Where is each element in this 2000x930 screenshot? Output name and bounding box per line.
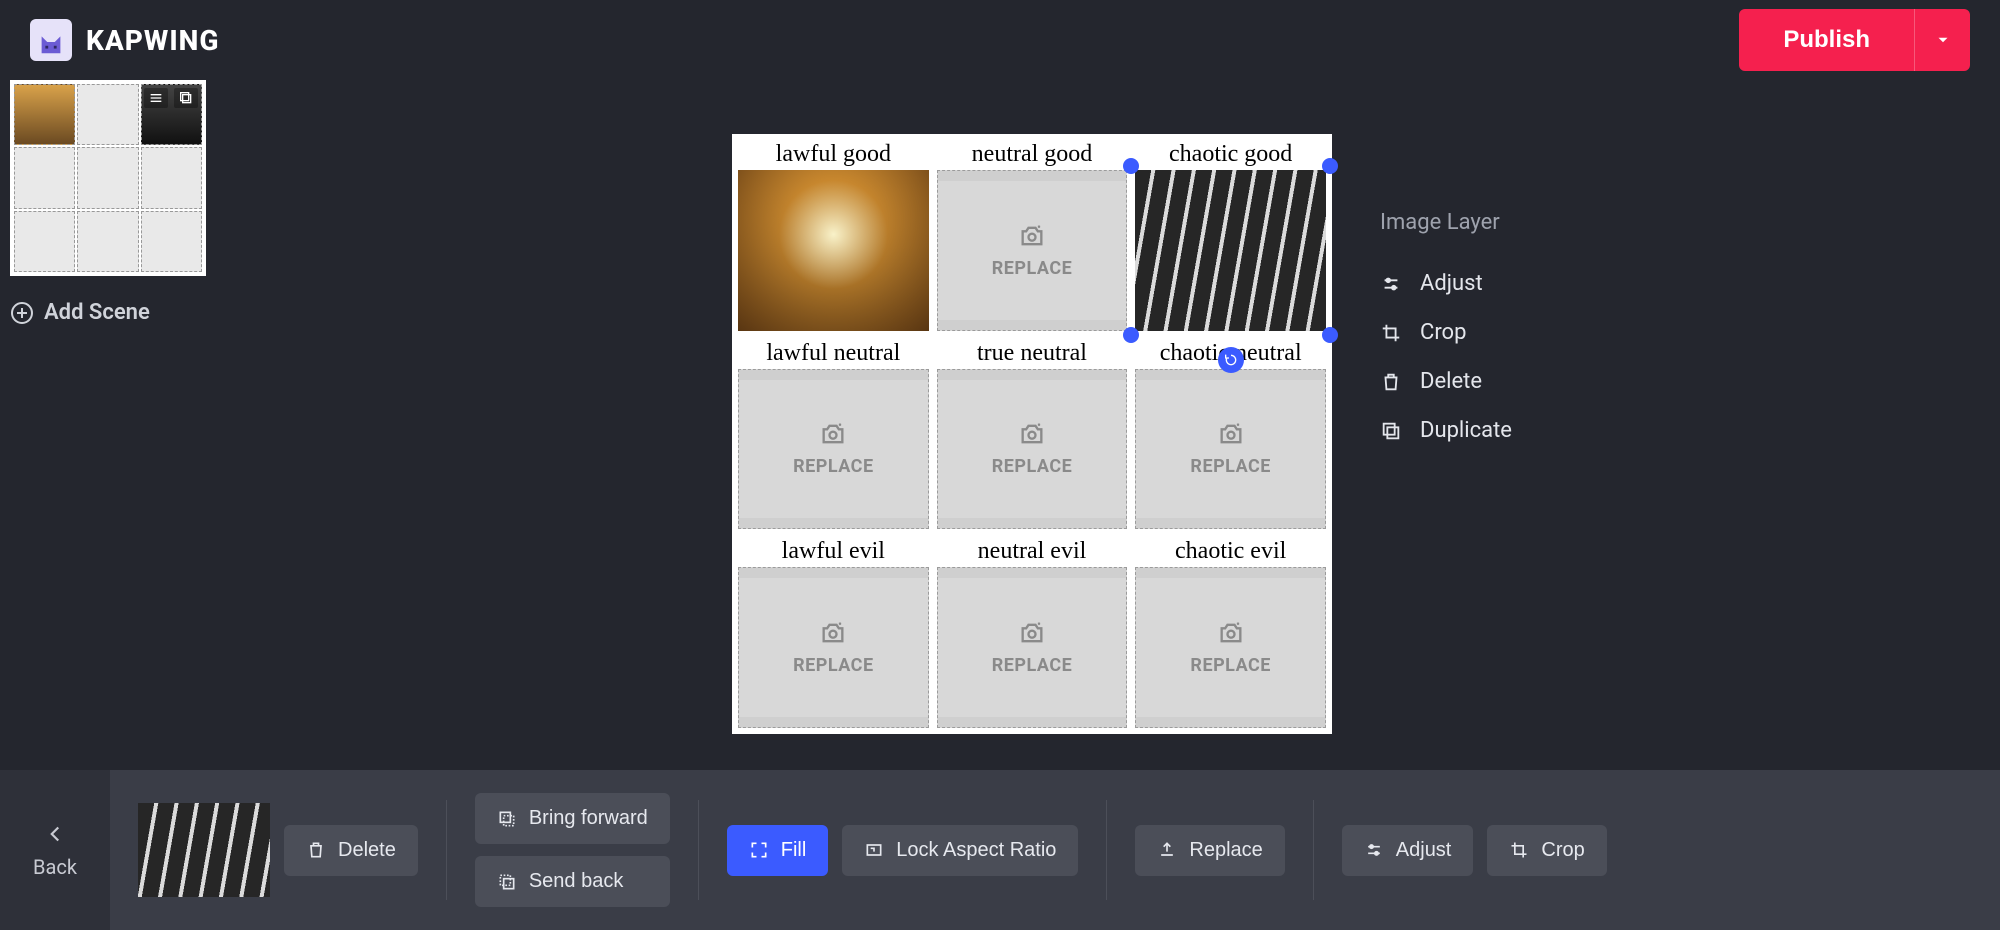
alignment-label: chaotic good [1135,140,1326,170]
back-label: Back [33,855,77,879]
adjust-icon [1364,840,1384,860]
duplicate-icon [1380,420,1402,442]
alignment-image[interactable] [1135,170,1326,331]
panel-item-label: Adjust [1420,271,1483,296]
copy-icon [178,90,194,106]
panel-item-label: Duplicate [1420,418,1512,443]
lock-aspect-button[interactable]: Lock Aspect Ratio [842,825,1078,876]
adjust-button[interactable]: Adjust [1342,825,1474,876]
fill-button[interactable]: Fill [727,825,829,876]
alignment-cell[interactable]: chaotic good [1135,140,1326,331]
alignment-label: lawful neutral [738,339,929,369]
add-scene-label: Add Scene [44,300,150,325]
replace-placeholder[interactable]: REPLACE [1135,567,1326,728]
replace-text: REPLACE [1190,456,1271,477]
panel-item-crop[interactable]: Crop [1380,308,1680,357]
chevron-down-icon [1934,31,1952,49]
scene-thumbnail[interactable] [10,80,206,276]
camera-icon [1217,420,1245,448]
camera-icon [819,420,847,448]
publish-button[interactable]: Publish [1739,9,1914,71]
replace-placeholder[interactable]: REPLACE [937,567,1128,728]
upload-icon [1157,840,1177,860]
brand-name: KAPWING [86,24,219,57]
app-header: KAPWING Publish [0,0,2000,80]
alignment-cell[interactable]: chaotic neutral REPLACE [1135,339,1326,530]
replace-button[interactable]: Replace [1135,825,1284,876]
alignment-label: neutral evil [937,537,1128,567]
alignment-label: chaotic neutral [1135,339,1326,369]
replace-text: REPLACE [1190,655,1271,676]
adjust-icon [1380,273,1402,295]
panel-title: Image Layer [1380,210,1680,235]
send-back-icon [497,872,517,892]
alignment-label: true neutral [937,339,1128,369]
replace-text: REPLACE [992,258,1073,279]
alignment-cell[interactable]: neutral good REPLACE [937,140,1128,331]
alignment-label: chaotic evil [1135,537,1326,567]
replace-placeholder[interactable]: REPLACE [937,170,1128,331]
brand: KAPWING [30,19,219,61]
alignment-image[interactable] [738,170,929,331]
send-back-button[interactable]: Send back [475,856,670,907]
replace-placeholder[interactable]: REPLACE [738,567,929,728]
alignment-cell[interactable]: chaotic evil REPLACE [1135,537,1326,728]
alignment-cell[interactable]: lawful neutral REPLACE [738,339,929,530]
brand-logo [30,19,72,61]
replace-text: REPLACE [992,456,1073,477]
alignment-cell[interactable]: lawful evil REPLACE [738,537,929,728]
selected-layer-thumbnail[interactable] [138,803,270,897]
arrow-left-icon [42,821,68,847]
replace-text: REPLACE [793,655,874,676]
aspect-ratio-icon [864,840,884,860]
panel-item-label: Delete [1420,369,1482,394]
camera-icon [1217,619,1245,647]
alignment-label: neutral good [937,140,1128,170]
replace-text: REPLACE [992,655,1073,676]
trash-icon [306,840,326,860]
scene-duplicate-button[interactable] [174,88,198,108]
replace-placeholder[interactable]: REPLACE [937,369,1128,530]
bring-forward-icon [497,809,517,829]
delete-button[interactable]: Delete [284,825,418,876]
crop-button[interactable]: Crop [1487,825,1606,876]
plus-circle-icon [10,301,34,325]
crop-icon [1380,322,1402,344]
cat-icon [36,27,66,57]
crop-icon [1509,840,1529,860]
expand-icon [749,840,769,860]
alignment-label: lawful evil [738,537,929,567]
properties-panel: Image Layer Adjust Crop Delete Duplicate [1380,210,1680,455]
bottom-toolbar: Back Delete Bring forward Send back Fill [0,770,2000,930]
add-scene-button[interactable]: Add Scene [10,300,220,325]
replace-placeholder[interactable]: REPLACE [1135,369,1326,530]
camera-icon [819,619,847,647]
bring-forward-button[interactable]: Bring forward [475,793,670,844]
camera-icon [1018,619,1046,647]
alignment-grid: lawful good neutral good REPLACE chaotic go… [738,140,1326,728]
publish-group: Publish [1739,9,1970,71]
panel-item-delete[interactable]: Delete [1380,357,1680,406]
scene-menu-button[interactable] [144,88,168,108]
trash-icon [1380,371,1402,393]
panel-item-label: Crop [1420,320,1466,345]
back-button[interactable]: Back [0,770,110,930]
publish-dropdown-button[interactable] [1914,9,1970,71]
scene-thumb-controls [144,88,198,108]
replace-placeholder[interactable]: REPLACE [738,369,929,530]
menu-icon [148,90,164,106]
alignment-cell[interactable]: neutral evil REPLACE [937,537,1128,728]
replace-text: REPLACE [793,456,874,477]
camera-icon [1018,420,1046,448]
alignment-cell[interactable]: lawful good [738,140,929,331]
panel-item-duplicate[interactable]: Duplicate [1380,406,1680,455]
alignment-cell[interactable]: true neutral REPLACE [937,339,1128,530]
camera-icon [1018,222,1046,250]
alignment-label: lawful good [738,140,929,170]
panel-item-adjust[interactable]: Adjust [1380,259,1680,308]
scenes-panel: Add Scene [10,80,220,325]
editor-canvas[interactable]: lawful good neutral good REPLACE chaotic go… [732,134,1332,734]
